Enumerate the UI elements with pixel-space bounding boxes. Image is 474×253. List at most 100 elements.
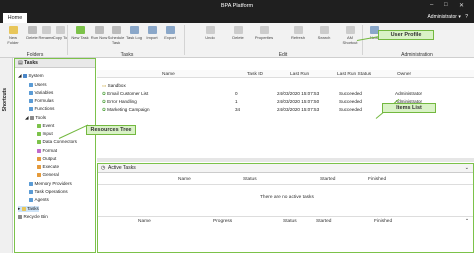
owner: Administrator [395, 91, 423, 96]
am-shortcut-button[interactable]: AM Shortcut [340, 25, 360, 51]
minimize-button[interactable]: – [430, 2, 433, 8]
column-owner[interactable]: Owner [397, 72, 411, 77]
tree-item-general[interactable]: General [37, 172, 59, 177]
task-id: 34 [235, 107, 241, 112]
refresh-icon [293, 26, 303, 34]
last-run: 24/03/2020 15:07:53 [277, 107, 320, 112]
connector-icon [37, 139, 41, 144]
operations-icon [29, 189, 33, 194]
input-icon [37, 131, 41, 136]
shortcuts-label: Shortcuts [2, 88, 8, 112]
schedule-icon [111, 26, 121, 34]
last-run: 24/03/2020 15:07:50 [277, 99, 320, 104]
log-icon [129, 26, 139, 34]
user-menu[interactable]: Administrator ▾ ? [427, 14, 468, 20]
last-run-status: Succeeded [339, 99, 362, 104]
collapse-icon[interactable]: ⌄ [465, 164, 469, 173]
user-name: Administrator [427, 14, 457, 20]
active-column-started[interactable]: Started [320, 177, 335, 182]
task-log-button[interactable]: Task Log [124, 25, 144, 51]
tree-item-formulas[interactable]: Formulas [29, 98, 54, 103]
list-item[interactable]: ▭ Sandbox [102, 83, 126, 89]
tree-item-memory-providers[interactable]: Memory Providers [29, 181, 72, 186]
title-bar: BPA Platform – □ ✕ [0, 0, 474, 12]
column-name[interactable]: Name [162, 72, 175, 77]
help-icon[interactable]: ? [465, 14, 468, 20]
chevron-down-icon: ▾ [458, 14, 461, 20]
new-task-button[interactable]: New Task [70, 25, 90, 51]
close-button[interactable]: ✕ [459, 2, 464, 9]
last-run-status: Succeeded [339, 91, 362, 96]
delete-button[interactable]: Delete [228, 25, 248, 51]
queue-column-started[interactable]: Started [316, 219, 331, 224]
ribbon-separator [67, 25, 68, 55]
tree-item-data-connectors[interactable]: Data Connectors [37, 139, 77, 144]
export-button[interactable]: Export [160, 25, 180, 51]
copy-icon [55, 26, 65, 34]
run-icon [94, 26, 104, 34]
ribbon-separator [184, 25, 185, 55]
active-column-status[interactable]: Status [243, 177, 257, 182]
tree-item-tools[interactable]: ◢ Tools [25, 115, 46, 121]
tree-item-event[interactable]: Event [37, 123, 54, 128]
last-run: 24/03/2020 15:07:53 [277, 91, 320, 96]
divider [98, 216, 473, 217]
undo-button[interactable]: Undo [200, 25, 220, 51]
tree-item-agents[interactable]: Agents [29, 197, 49, 202]
collapse-icon[interactable]: ⌄ [465, 217, 469, 222]
tree-item-task-operations[interactable]: Task Operations [29, 189, 68, 194]
tree-item-input[interactable]: Input [37, 131, 53, 136]
tree-item-format[interactable]: Format [37, 148, 57, 153]
tasks-folder-icon [21, 206, 26, 211]
export-icon [165, 26, 175, 34]
column-last-run[interactable]: Last Run [290, 72, 309, 77]
tree-item-users[interactable]: Users [29, 82, 47, 87]
tree-item-output[interactable]: Output [37, 156, 56, 161]
active-column-finished[interactable]: Finished [368, 177, 386, 182]
variables-icon [29, 90, 33, 95]
tree-item-system[interactable]: ◢ System [18, 73, 44, 79]
window-title: BPA Platform [220, 3, 254, 9]
import-button[interactable]: Import [142, 25, 162, 51]
shortcuts-bar[interactable]: Shortcuts [0, 58, 13, 253]
resources-tree-callout: Resources Tree [86, 125, 136, 135]
formulas-icon [29, 98, 33, 103]
execute-icon [37, 164, 41, 169]
ribbon-tab-row: Home Administrator ▾ ? [0, 12, 474, 23]
search-button[interactable]: Search [314, 25, 334, 51]
panel-splitter[interactable] [97, 158, 474, 162]
search-icon [319, 26, 329, 34]
resources-tree: ▤ Tasks ◢ System Users Variables Formula… [14, 58, 96, 253]
tree-item-tasks[interactable]: ▸ Tasks [18, 206, 39, 212]
new-task-icon [75, 26, 85, 34]
refresh-button[interactable]: Refresh [288, 25, 308, 51]
agents-icon [29, 197, 33, 202]
list-item[interactable]: ✿ Error Handling [102, 99, 137, 105]
ribbon: New Folder Delete Rename Copy To New Tas… [0, 23, 474, 58]
queue-column-status[interactable]: Status [283, 219, 297, 224]
memory-icon [29, 181, 33, 186]
queue-column-progress[interactable]: Progress [213, 219, 232, 224]
task-id: 1 [235, 99, 238, 104]
active-tasks-header: ◷ Active Tasks ⌄ [98, 164, 473, 173]
column-last-run-status[interactable]: Last Run Status [337, 72, 371, 77]
tab-home[interactable]: Home [3, 13, 27, 23]
schedule-task-button[interactable]: Schedule Task [106, 25, 126, 51]
list-item[interactable]: ✿ Marketing Campaign [102, 107, 150, 113]
list-item[interactable]: ✿ Email Customer List [102, 91, 148, 97]
queue-column-finished[interactable]: Finished [374, 219, 392, 224]
recycle-bin-icon [18, 214, 22, 219]
tree-item-variables[interactable]: Variables [29, 90, 53, 95]
tree-item-recycle-bin[interactable]: Recycle Bin [18, 214, 48, 219]
maximize-button[interactable]: □ [444, 2, 448, 8]
new-folder-button[interactable]: New Folder [3, 25, 23, 51]
column-task-id[interactable]: Task ID [247, 72, 263, 77]
folder-icon [8, 26, 18, 34]
queue-column-name[interactable]: Name [138, 219, 151, 224]
clock-icon: ◷ [101, 165, 106, 171]
delete-icon [233, 26, 243, 34]
tree-item-functions[interactable]: Functions [29, 106, 54, 111]
tree-item-execute[interactable]: Execute [37, 164, 59, 169]
properties-button[interactable]: Properties [254, 25, 274, 51]
active-column-name[interactable]: Name [178, 177, 191, 182]
